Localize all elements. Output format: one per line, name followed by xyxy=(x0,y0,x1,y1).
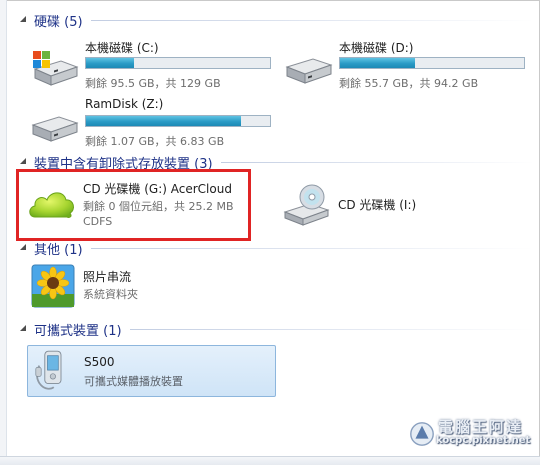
windows-drive-icon xyxy=(33,51,79,86)
drive-c[interactable]: 本機磁碟 (C:) 剩餘 95.5 GB，共 129 GB xyxy=(31,39,276,95)
photo-stream-item[interactable]: 照片串流 系統資料夾 xyxy=(31,264,231,312)
collapse-chevron-icon xyxy=(20,158,26,164)
drive-free-space: 剩餘 55.7 GB，共 94.2 GB xyxy=(339,77,479,90)
collapse-chevron-icon xyxy=(20,244,26,250)
watermark: 電腦王阿達 kocpc.pixnet.net xyxy=(408,412,534,452)
group-header-other[interactable]: 其他 (1) xyxy=(18,238,534,258)
cd-drive-icon xyxy=(283,184,330,226)
red-highlight-box xyxy=(16,169,251,241)
device-name: S500 xyxy=(84,355,115,369)
drive-usage-fill xyxy=(86,116,241,126)
drive-free-space: 剩餘 1.07 GB，共 6.83 GB xyxy=(85,135,225,148)
group-divider xyxy=(129,328,534,330)
s500-device-item[interactable]: S500 可攜式媒體播放裝置 xyxy=(27,345,276,397)
item-name: 照片串流 xyxy=(83,270,132,284)
drive-name: CD 光碟機 (I:) xyxy=(338,198,417,212)
drive-name: 本機磁碟 (D:) xyxy=(339,41,414,55)
hard-drive-icon xyxy=(285,58,333,84)
drive-name: 本機磁碟 (C:) xyxy=(85,41,159,55)
status-bar-edge xyxy=(0,456,540,465)
group-header-portable-devices[interactable]: 可攜式裝置 (1) xyxy=(18,319,534,339)
watermark-url: kocpc.pixnet.net xyxy=(436,435,531,446)
drive-d[interactable]: 本機磁碟 (D:) 剩餘 55.7 GB，共 94.2 GB xyxy=(285,39,530,95)
drive-name: RamDisk (Z:) xyxy=(85,97,164,111)
device-description: 可攜式媒體播放裝置 xyxy=(84,375,183,388)
collapse-chevron-icon xyxy=(20,16,26,22)
drive-free-space: 剩餘 95.5 GB，共 129 GB xyxy=(85,77,221,90)
phone-icon xyxy=(35,350,62,390)
drive-usage-bar xyxy=(339,57,525,69)
drive-usage-fill xyxy=(86,58,134,68)
group-divider xyxy=(220,161,534,163)
group-title: 可攜式裝置 (1) xyxy=(34,323,122,339)
navigation-pane-edge xyxy=(0,0,7,465)
drive-usage-bar xyxy=(85,115,271,127)
watermark-logo-icon xyxy=(410,422,434,446)
drive-usage-bar xyxy=(85,57,271,69)
hard-drive-icon xyxy=(31,116,79,142)
collapse-chevron-icon xyxy=(20,325,26,331)
group-divider xyxy=(90,19,534,21)
group-divider xyxy=(90,247,534,249)
item-description: 系統資料夾 xyxy=(83,288,138,301)
group-title: 硬碟 (5) xyxy=(34,14,83,30)
drive-usage-fill xyxy=(340,58,416,68)
group-header-hard-disks[interactable]: 硬碟 (5) xyxy=(18,10,534,30)
watermark-title: 電腦王阿達 xyxy=(438,418,524,436)
drive-z[interactable]: RamDisk (Z:) 剩餘 1.07 GB，共 6.83 GB xyxy=(31,97,276,153)
group-title: 其他 (1) xyxy=(34,242,83,258)
sunflower-photo-icon xyxy=(31,264,75,308)
drive-i-cd[interactable]: CD 光碟機 (I:) xyxy=(282,182,482,230)
